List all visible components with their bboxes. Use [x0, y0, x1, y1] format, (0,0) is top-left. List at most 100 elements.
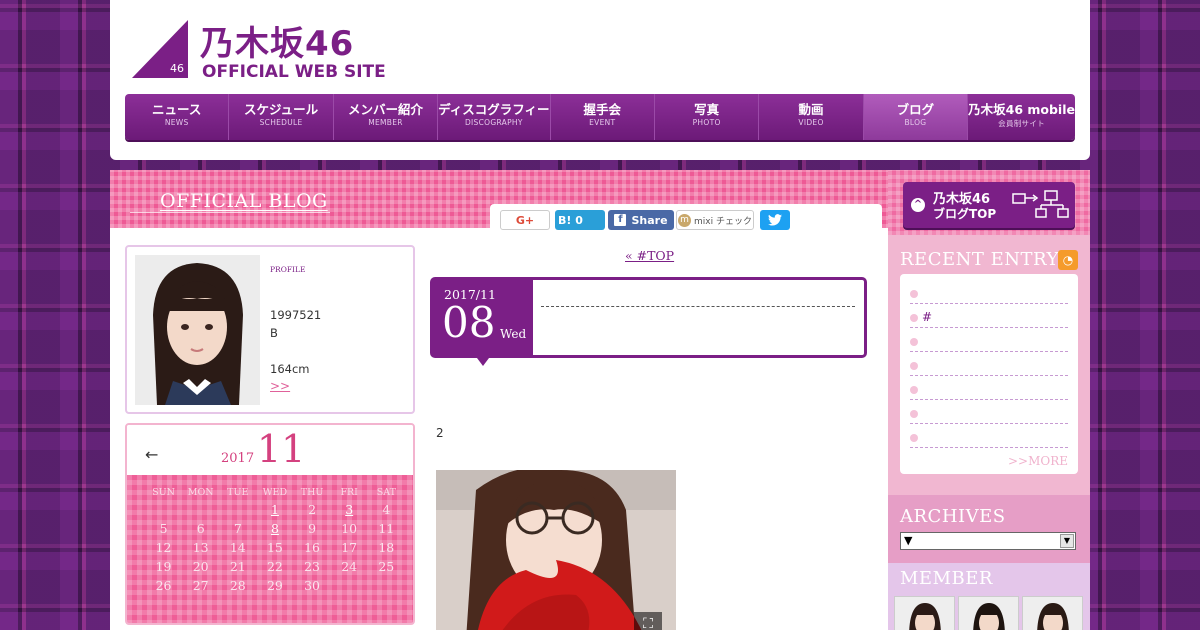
member-thumb-illustration [895, 597, 954, 630]
list-item[interactable] [910, 330, 1068, 352]
list-item[interactable] [910, 354, 1068, 376]
blog-calendar: ← 2017 11 SUN MON TUE WED THU FRI SAT 1 2 3 4 5 6 7 8 9… [125, 423, 415, 625]
calendar-empty-cell [219, 502, 256, 521]
calendar-header: ← 2017 11 [127, 425, 413, 475]
profile-label: PROFILE [270, 265, 306, 274]
member-photo [135, 255, 260, 405]
bullet-icon [910, 338, 918, 346]
prev-month-arrow-icon[interactable]: ← [145, 445, 158, 464]
list-item[interactable] [910, 282, 1068, 304]
calendar-dow-label: SUN [152, 487, 175, 498]
bullet-icon [910, 314, 918, 322]
calendar-month: 11 [257, 427, 306, 471]
nav-sublabel: MEMBER [368, 118, 403, 127]
calendar-day: 14 [229, 540, 246, 555]
nav-sublabel: 会員制サイト [998, 119, 1045, 128]
blog-top-button[interactable]: ^ 乃木坂46 ブログTOP [903, 182, 1075, 228]
nav-item-blog[interactable]: ブログ BLOG [863, 94, 969, 140]
sidebar: ^ 乃木坂46 ブログTOP RECENT ENTRY ◔ # >>MORE A… [888, 170, 1090, 630]
nav-sublabel: EVENT [589, 118, 616, 127]
nav-label: ブログ [896, 102, 935, 117]
nav-label: メンバー紹介 [347, 102, 423, 117]
bullet-icon [910, 434, 918, 442]
nav-item-video[interactable]: 動画 VIDEO [759, 94, 864, 140]
member-thumb[interactable] [894, 596, 955, 630]
nav-sublabel: VIDEO [798, 118, 824, 127]
calendar-day: 23 [304, 559, 321, 574]
calendar-dow-label: THU [300, 487, 324, 498]
calendar-week-row: 19 20 21 22 23 24 25 [145, 559, 405, 578]
nav-item-news[interactable]: ニュース NEWS [125, 94, 230, 140]
recent-entry-list: # >>MORE [900, 274, 1078, 474]
recent-more-link[interactable]: >>MORE [1008, 454, 1068, 468]
mixi-icon: m [678, 213, 692, 227]
member-thumb[interactable] [958, 596, 1019, 630]
nav-sublabel: DISCOGRAPHY [464, 118, 523, 127]
twitter-bird-icon [768, 214, 782, 226]
nav-sublabel: BLOG [904, 118, 927, 127]
mixi-check-button[interactable]: m mixi チェック [676, 210, 754, 230]
list-item[interactable]: # [910, 306, 1068, 328]
top-link[interactable]: « #TOP [625, 248, 674, 263]
date-pointer [477, 358, 489, 366]
nav-sublabel: SCHEDULE [259, 118, 303, 127]
calendar-day: 7 [233, 521, 242, 536]
calendar-body: SUN MON TUE WED THU FRI SAT 1 2 3 4 5 6 7 8 9 10 11 12 13 14… [127, 475, 413, 623]
calendar-dow-label: FRI [340, 487, 358, 498]
post-photo-illustration [436, 470, 676, 630]
post-image[interactable]: ⛶ [436, 470, 676, 630]
list-item[interactable] [910, 402, 1068, 424]
hatena-label: B! 0 [558, 213, 583, 227]
calendar-empty-cell [331, 578, 368, 597]
calendar-day: 12 [155, 540, 172, 555]
main-content: OFFICIAL BLOG G+ B! 0 f Share m mixi チェック [110, 170, 888, 630]
list-item[interactable] [910, 426, 1068, 448]
post-body-text: 2 [436, 426, 444, 440]
profile-birthday: 1997521 [270, 308, 322, 322]
calendar-day: 4 [382, 502, 391, 517]
member-portrait-illustration [135, 255, 260, 405]
blog-banner: OFFICIAL BLOG G+ B! 0 f Share m mixi チェック [110, 170, 888, 234]
nav-label: スケジュール [244, 102, 319, 117]
calendar-week-row: 1234 [145, 502, 405, 521]
member-thumb-illustration [959, 597, 1018, 630]
nav-item-photo[interactable]: 写真 PHOTO [655, 94, 760, 140]
hatena-bookmark-button[interactable]: B! 0 [555, 210, 605, 230]
member-thumb[interactable] [1022, 596, 1083, 630]
nav-label: ニュース [152, 102, 202, 117]
post-date: 2017/11 08 Wed [433, 280, 533, 355]
profile-card: PROFILE 1997521 B 164cm >> [125, 245, 415, 414]
calendar-day: 25 [378, 559, 395, 574]
recent-entry-text: # [922, 310, 933, 324]
calendar-day[interactable]: 8 [256, 521, 293, 540]
nav-item-member[interactable]: メンバー紹介 MEMBER [334, 94, 439, 140]
rss-icon[interactable]: ◔ [1058, 250, 1078, 270]
calendar-day[interactable]: 1 [256, 502, 293, 521]
nav-item-mobile[interactable]: 乃木坂46 mobile 会員制サイト [968, 94, 1075, 140]
facebook-share-button[interactable]: f Share [608, 210, 674, 230]
calendar-day: 28 [229, 578, 246, 593]
calendar-day: 5 [159, 521, 168, 536]
calendar-dow-label: WED [262, 487, 288, 498]
chevron-down-icon: ▼ [1060, 534, 1074, 548]
blog-title[interactable]: OFFICIAL BLOG [160, 190, 328, 212]
list-item[interactable] [910, 378, 1068, 400]
nav-item-event[interactable]: 握手会 EVENT [551, 94, 655, 140]
google-plus-button[interactable]: G+ [500, 210, 550, 230]
bullet-icon [910, 362, 918, 370]
site-logo[interactable]: 46 乃木坂46 OFFICIAL WEB SITE [132, 20, 402, 82]
nav-label: ディスコグラフィー [438, 102, 550, 117]
calendar-day: 17 [341, 540, 358, 555]
calendar-day: 16 [304, 540, 321, 555]
twitter-button[interactable] [760, 210, 790, 230]
calendar-day[interactable]: 3 [331, 502, 368, 521]
nav-item-discography[interactable]: ディスコグラフィー DISCOGRAPHY [438, 94, 551, 140]
archive-select[interactable]: ▼ ▼ [900, 532, 1076, 550]
expand-icon[interactable]: ⛶ [634, 612, 662, 630]
share-bar: G+ B! 0 f Share m mixi チェック [490, 204, 882, 234]
post-header: 2017/11 08 Wed [430, 277, 867, 366]
post-weekday: Wed [500, 327, 527, 341]
nav-item-schedule[interactable]: スケジュール SCHEDULE [229, 94, 334, 140]
profile-more-link[interactable]: >> [270, 379, 290, 393]
calendar-day: 21 [229, 559, 246, 574]
